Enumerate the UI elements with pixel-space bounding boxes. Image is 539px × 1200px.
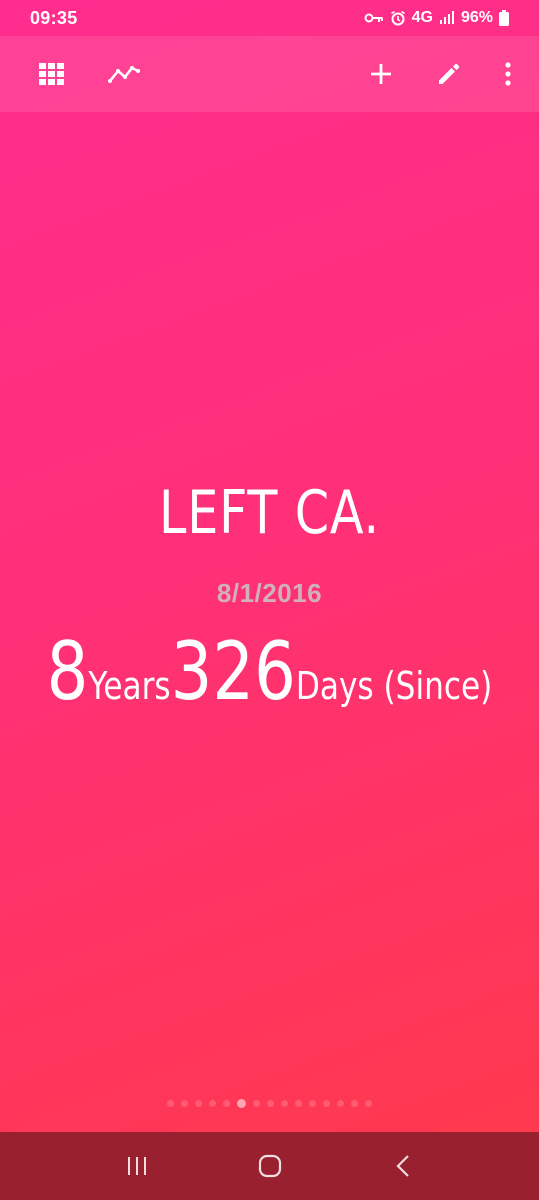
days-label: Days (Since) (295, 664, 493, 708)
recents-icon[interactable] (113, 1142, 161, 1190)
edit-icon[interactable] (433, 58, 465, 90)
status-time: 09:35 (30, 7, 78, 28)
page-dot (351, 1100, 358, 1107)
more-vert-icon[interactable] (492, 58, 524, 90)
trend-chart-icon[interactable] (108, 58, 140, 90)
page-dot (281, 1100, 288, 1107)
page-dot (223, 1100, 230, 1107)
page-dot-active (237, 1099, 246, 1108)
signal-icon (439, 11, 455, 25)
add-icon[interactable] (365, 58, 397, 90)
event-date: 8/1/2016 (216, 578, 323, 608)
battery-icon (499, 10, 509, 26)
event-title: LEFT CA. (159, 478, 380, 548)
page-dot (253, 1100, 260, 1107)
page-dot (337, 1100, 344, 1107)
page-indicator (0, 1099, 539, 1108)
status-bar: 09:35 4G 96% (0, 0, 539, 36)
page-dot (209, 1100, 216, 1107)
elapsed-duration: 8 Years 326 Days (Since) (46, 625, 493, 718)
network-4g-icon: 4G (411, 9, 433, 26)
page-dot (365, 1100, 372, 1107)
page-dot (167, 1100, 174, 1107)
page-dot (323, 1100, 330, 1107)
back-icon[interactable] (379, 1142, 427, 1190)
page-dot (181, 1100, 188, 1107)
page-dot (267, 1100, 274, 1107)
years-label: Years (88, 664, 171, 708)
days-value: 326 (170, 625, 296, 718)
grid-icon[interactable] (36, 58, 68, 90)
battery-level: 96% (460, 9, 493, 26)
home-icon[interactable] (246, 1142, 294, 1190)
alarm-icon (390, 10, 406, 26)
page-dot (295, 1100, 302, 1107)
status-icons: 4G 96% (364, 9, 509, 27)
system-nav-bar (0, 1132, 539, 1200)
page-dot (195, 1100, 202, 1107)
years-value: 8 (46, 625, 89, 718)
page-dot (309, 1100, 316, 1107)
app-toolbar (0, 36, 539, 112)
vpn-key-icon (364, 12, 384, 24)
